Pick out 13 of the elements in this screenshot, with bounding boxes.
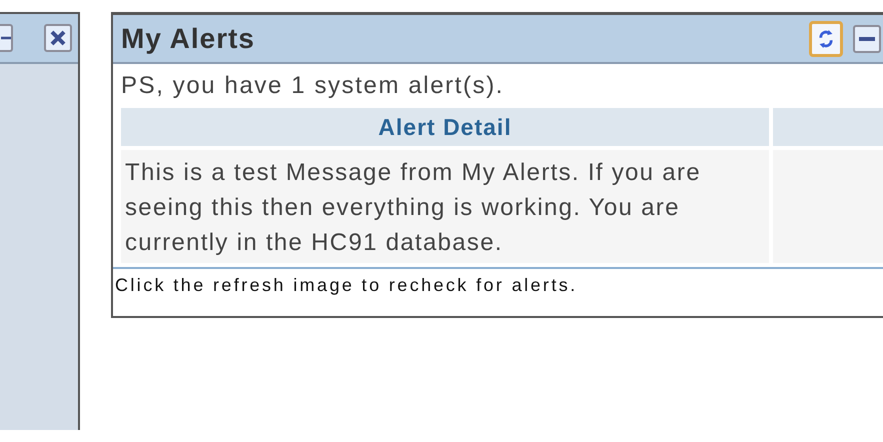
refresh-button[interactable] <box>809 20 843 56</box>
close-button[interactable] <box>44 24 72 52</box>
table-cell: This is a test Message from My Alerts. If you are seeing this then everything is working. You are currently in the HC91 database. <box>121 150 769 263</box>
alert-summary: PS, you have 1 system alert(s). <box>120 71 506 101</box>
column-header: Alert Detail <box>121 108 769 146</box>
panel-title: My Alerts <box>121 22 256 54</box>
minimize-button[interactable] <box>0 24 13 52</box>
minimize-button[interactable] <box>853 24 881 52</box>
close-icon <box>50 30 66 46</box>
minimize-icon <box>1 36 11 40</box>
refresh-icon <box>818 30 834 48</box>
minimize-icon <box>859 36 875 40</box>
footer-note: Click the refresh image to recheck for alerts. <box>113 267 883 302</box>
